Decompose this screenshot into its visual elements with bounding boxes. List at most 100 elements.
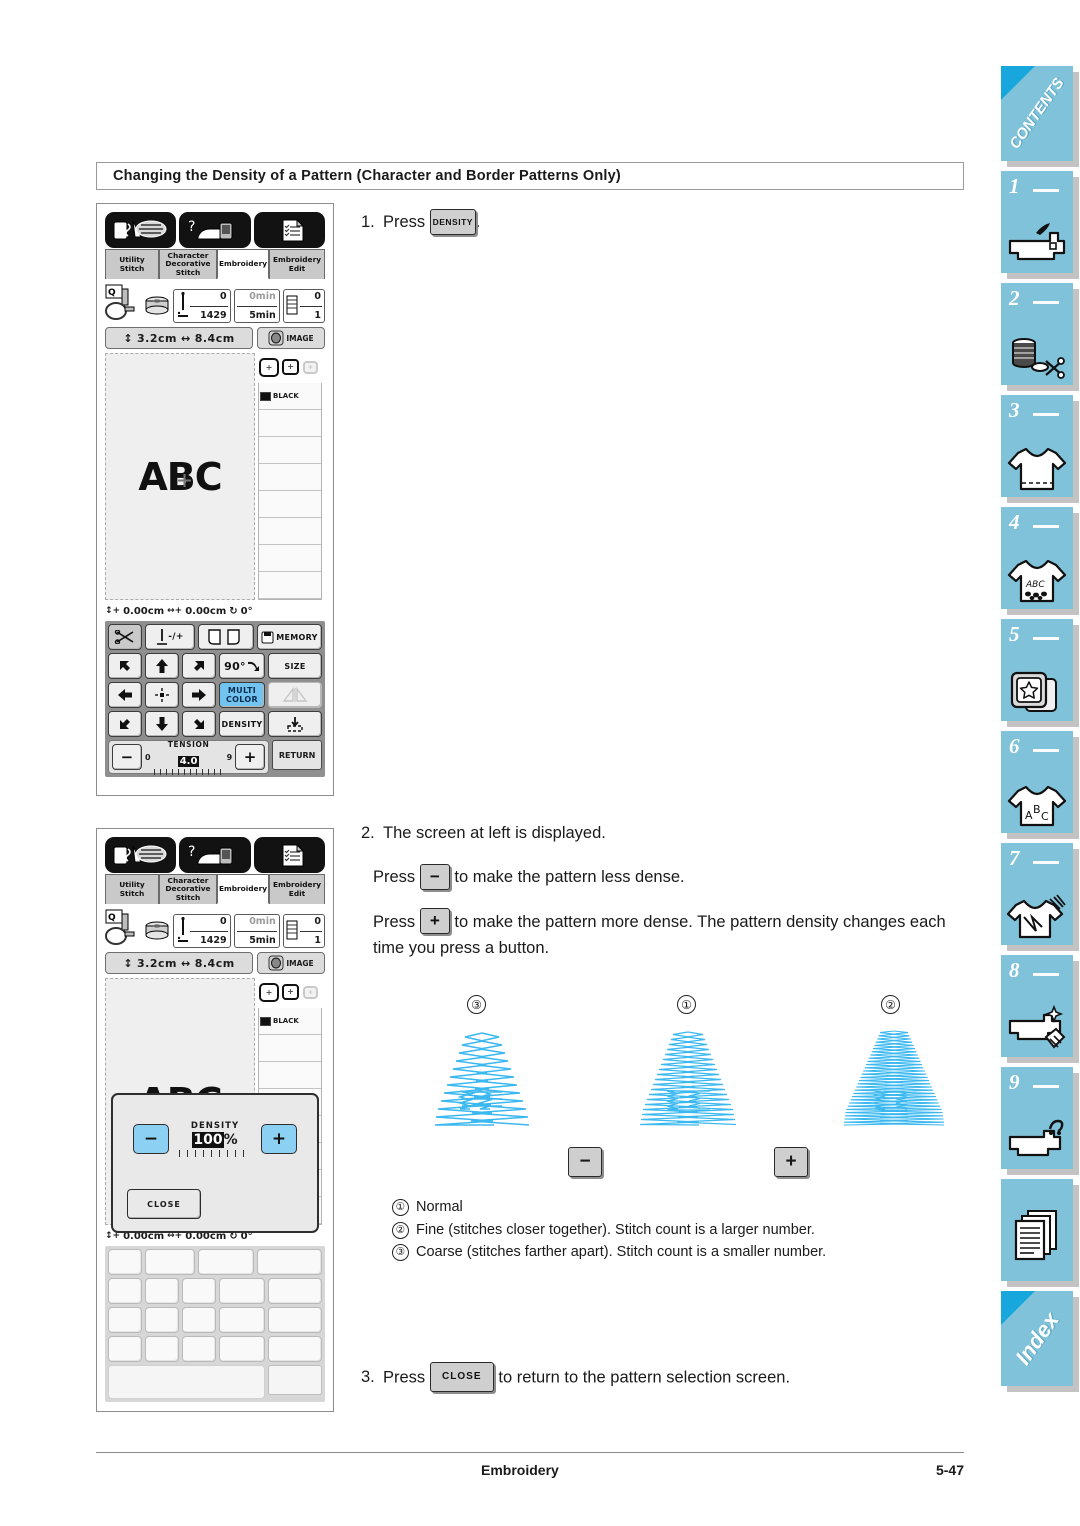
- multicolor-line1: MULTI: [227, 686, 257, 695]
- density-minus-button[interactable]: −: [133, 1124, 169, 1154]
- nav-tab-index[interactable]: Index: [1001, 1291, 1073, 1386]
- nav-tab-chapter-2[interactable]: 2: [1001, 283, 1073, 385]
- trial-position-button[interactable]: [268, 711, 322, 737]
- move-up-right-button[interactable]: [182, 653, 216, 679]
- thread-color-row-2[interactable]: [259, 410, 321, 437]
- close-key-illustration[interactable]: CLOSE: [429, 1362, 494, 1392]
- nav-tab-chapter-8[interactable]: 8: [1001, 955, 1073, 1057]
- thread-color-row-6[interactable]: [259, 518, 321, 545]
- move-left-button[interactable]: [108, 682, 142, 708]
- horizontal-offset-icon: ↔+: [167, 606, 183, 616]
- thread-color-row-7[interactable]: [259, 545, 321, 572]
- thread-color-row-3[interactable]: [259, 437, 321, 464]
- minus-key-illustration[interactable]: −: [419, 863, 450, 890]
- memory-button[interactable]: MEMORY: [257, 624, 322, 650]
- help-machine-icon[interactable]: ?: [179, 212, 251, 248]
- hoop-medium-icon[interactable]: [281, 981, 301, 1005]
- tension-plus-button[interactable]: +: [235, 744, 266, 770]
- size-button[interactable]: SIZE: [268, 653, 322, 679]
- needle-position-icon[interactable]: [105, 212, 177, 248]
- nav-tab-chapter-9[interactable]: 9: [1001, 1067, 1073, 1169]
- tension-minus-button[interactable]: −: [112, 744, 142, 770]
- image-button[interactable]: IMAGE: [257, 952, 325, 974]
- figure-plus-button[interactable]: +: [774, 1147, 808, 1177]
- multi-color-button[interactable]: MULTI COLOR: [219, 682, 265, 708]
- move-up-button[interactable]: [145, 653, 179, 679]
- thread-cut-button[interactable]: [108, 624, 142, 650]
- tab-edit-line2: Edit: [288, 888, 306, 898]
- thread-color-row-8[interactable]: [259, 572, 321, 599]
- thread-color-row-2[interactable]: [259, 1035, 321, 1062]
- behind-key: [182, 1278, 216, 1304]
- tab-embroidery[interactable]: Embroidery: [217, 874, 269, 904]
- hoop-small-icon[interactable]: [302, 356, 320, 380]
- move-down-right-button[interactable]: [182, 711, 216, 737]
- move-down-button[interactable]: [145, 711, 179, 737]
- nav-tab-chapter-1[interactable]: 1: [1001, 171, 1073, 273]
- rotate-button[interactable]: 90°: [219, 653, 265, 679]
- pattern-preview[interactable]: ABC: [105, 353, 255, 600]
- hoop-large-icon[interactable]: [258, 356, 280, 380]
- presser-foot-button[interactable]: [198, 624, 254, 650]
- plus-key-illustration[interactable]: +: [419, 908, 450, 935]
- thread-color-row-4[interactable]: [259, 464, 321, 491]
- move-right-button[interactable]: [182, 682, 216, 708]
- tab-utility-stitch[interactable]: Utility Stitch: [105, 874, 159, 904]
- keypad-row-3: MULTI COLOR: [108, 682, 322, 708]
- thread-color-row-1[interactable]: BLACK: [259, 383, 321, 410]
- time-divider: [236, 306, 277, 307]
- nav-tab-contents[interactable]: CONTENTS: [1001, 66, 1073, 161]
- thread-color-row-5[interactable]: [259, 491, 321, 518]
- hoop-large-icon[interactable]: [258, 981, 280, 1005]
- nav-tab-appendix[interactable]: [1001, 1179, 1073, 1281]
- tab-character-decorative-stitch[interactable]: Character Decorative Stitch: [159, 249, 217, 279]
- center-button[interactable]: [145, 682, 179, 708]
- settings-list-icon[interactable]: [253, 212, 325, 248]
- density-dialog-controls: − DENSITY 100% +: [113, 1121, 317, 1157]
- thread-color-row-1[interactable]: BLACK: [259, 1008, 321, 1035]
- density-key-illustration[interactable]: DENSITY: [429, 208, 476, 235]
- needle-adjust-button[interactable]: -/+: [145, 624, 195, 650]
- tab-character-decorative-stitch[interactable]: Character Decorative Stitch: [159, 874, 217, 904]
- nav-tab-chapter-3[interactable]: 3: [1001, 395, 1073, 497]
- thread-color-row-3[interactable]: [259, 1062, 321, 1089]
- nav-tab-chapter-4[interactable]: 4 ABC: [1001, 507, 1073, 609]
- tab-utility-stitch[interactable]: Utility Stitch: [105, 249, 159, 279]
- tab-embroidery-edit[interactable]: Embroidery Edit: [269, 874, 325, 904]
- center-crosshair-icon: [178, 474, 191, 487]
- tab-embroidery[interactable]: Embroidery: [217, 249, 269, 279]
- settings-list-icon[interactable]: [253, 837, 325, 873]
- density-plus-button[interactable]: +: [261, 1124, 297, 1154]
- hoop-small-icon[interactable]: [302, 981, 320, 1005]
- mirror-button[interactable]: [268, 682, 322, 708]
- keypad-row-2: 90° SIZE: [108, 653, 322, 679]
- nav-tab-chapter-6[interactable]: 6 A B C: [1001, 731, 1073, 833]
- return-button[interactable]: RETURN: [272, 740, 322, 770]
- memory-card-icon: [261, 631, 274, 643]
- needle-position-icon[interactable]: [105, 837, 177, 873]
- nav-dash-9: [1033, 1085, 1059, 1088]
- help-machine-icon[interactable]: ?: [179, 837, 251, 873]
- density-value: 100: [192, 1132, 224, 1148]
- time-box: 0min 5min: [233, 914, 280, 948]
- figure-minus-button[interactable]: −: [568, 1147, 602, 1177]
- pattern-width: 8.4cm: [194, 331, 235, 345]
- density-button[interactable]: DENSITY: [219, 711, 265, 737]
- svg-text:B: B: [1033, 803, 1041, 816]
- nav-tab-chapter-5[interactable]: 5: [1001, 619, 1073, 721]
- image-button-label: IMAGE: [286, 958, 314, 968]
- image-button[interactable]: IMAGE: [257, 327, 325, 349]
- nav-tab-chapter-7[interactable]: 7: [1001, 843, 1073, 945]
- move-down-left-button[interactable]: [108, 711, 142, 737]
- density-value-wrap: 100%: [179, 1132, 251, 1148]
- hoop-medium-icon[interactable]: [281, 356, 301, 380]
- svg-text:ABC: ABC: [1025, 580, 1045, 590]
- color-total: 1: [314, 935, 321, 946]
- tab-embroidery-edit[interactable]: Embroidery Edit: [269, 249, 325, 279]
- pattern-width: 8.4cm: [194, 956, 235, 970]
- density-close-button[interactable]: CLOSE: [127, 1189, 201, 1219]
- figure-mark-normal: ①: [677, 995, 696, 1014]
- move-up-left-button[interactable]: [108, 653, 142, 679]
- mirror-icon: [282, 687, 308, 702]
- footer-section: Embroidery: [481, 1462, 559, 1478]
